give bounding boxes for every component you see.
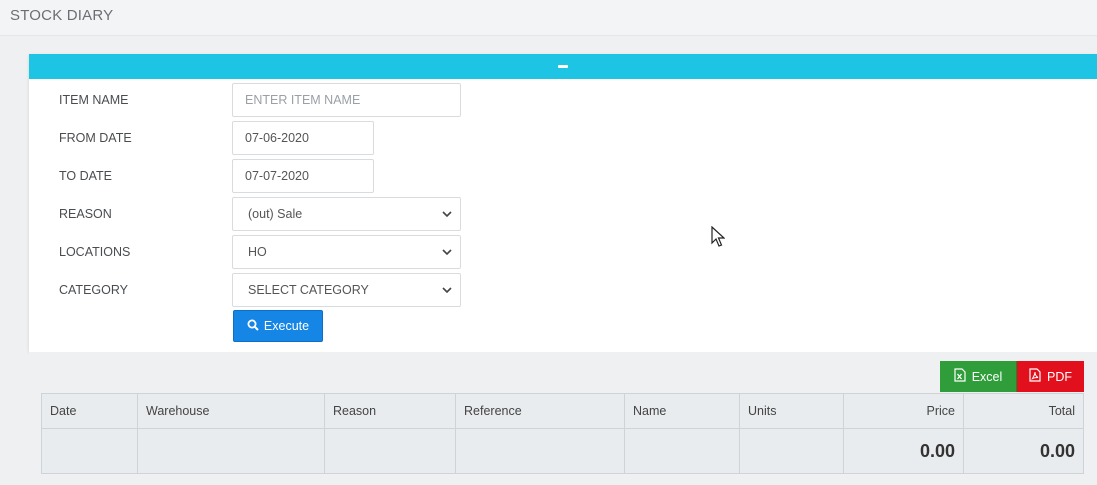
table-header-row: Date Warehouse Reason Reference Name Uni… — [42, 394, 1083, 429]
chevron-down-icon — [440, 245, 454, 259]
category-select-value: SELECT CATEGORY — [248, 283, 369, 297]
chevron-down-icon — [440, 283, 454, 297]
stock-diary-table: Date Warehouse Reason Reference Name Uni… — [41, 393, 1084, 474]
table-cell — [138, 429, 325, 473]
locations-select[interactable]: HO — [232, 235, 461, 269]
column-header-date[interactable]: Date — [42, 394, 138, 428]
table-cell — [740, 429, 844, 473]
pdf-button-label: PDF — [1047, 369, 1072, 384]
page-header-bar: STOCK DIARY — [0, 0, 1097, 36]
execute-button[interactable]: Execute — [233, 310, 323, 342]
category-select[interactable]: SELECT CATEGORY — [232, 273, 461, 307]
column-header-name[interactable]: Name — [625, 394, 740, 428]
search-icon — [247, 319, 259, 334]
to-date-input[interactable]: 07-07-2020 — [232, 159, 374, 193]
column-header-reason[interactable]: Reason — [325, 394, 456, 428]
minus-icon[interactable] — [558, 65, 568, 68]
table-totals-row: 0.00 0.00 — [42, 429, 1083, 473]
pdf-export-button[interactable]: PDF — [1017, 361, 1084, 392]
reason-select-value: (out) Sale — [248, 207, 303, 221]
category-label: CATEGORY — [59, 283, 128, 297]
pdf-file-icon — [1029, 368, 1041, 385]
panel-header — [29, 54, 1097, 79]
excel-export-button[interactable]: Excel — [940, 361, 1017, 392]
table-cell — [42, 429, 138, 473]
column-header-warehouse[interactable]: Warehouse — [138, 394, 325, 428]
filter-panel: ITEM NAME ENTER ITEM NAME FROM DATE 07-0… — [29, 54, 1097, 352]
column-header-units[interactable]: Units — [740, 394, 844, 428]
excel-button-label: Excel — [971, 369, 1003, 384]
mouse-cursor-icon — [711, 225, 726, 248]
chevron-down-icon — [440, 207, 454, 221]
from-date-row: FROM DATE 07-06-2020 — [59, 121, 374, 155]
locations-label: LOCATIONS — [59, 245, 131, 259]
excel-file-icon — [954, 368, 966, 385]
page-title: STOCK DIARY — [10, 7, 114, 24]
grand-total-value: 0.00 — [1039, 440, 1075, 461]
to-date-row: TO DATE 07-07-2020 — [59, 159, 374, 193]
column-header-price[interactable]: Price — [844, 394, 964, 428]
item-name-row: ITEM NAME ENTER ITEM NAME — [59, 83, 461, 117]
item-name-input[interactable]: ENTER ITEM NAME — [232, 83, 461, 117]
locations-select-value: HO — [248, 245, 267, 259]
reason-select[interactable]: (out) Sale — [232, 197, 461, 231]
locations-row: LOCATIONS HO — [59, 235, 461, 269]
column-header-total[interactable]: Total — [964, 394, 1083, 428]
item-name-label: ITEM NAME — [59, 93, 129, 107]
to-date-label: TO DATE — [59, 169, 113, 183]
reason-label: REASON — [59, 207, 112, 221]
column-header-reference[interactable]: Reference — [456, 394, 625, 428]
price-total-value: 0.00 — [844, 429, 964, 473]
from-date-input[interactable]: 07-06-2020 — [232, 121, 374, 155]
table-cell — [456, 429, 625, 473]
table-cell — [625, 429, 740, 473]
reason-row: REASON (out) Sale — [59, 197, 461, 231]
table-cell — [325, 429, 456, 473]
execute-button-label: Execute — [263, 319, 310, 333]
category-row: CATEGORY SELECT CATEGORY — [59, 273, 461, 307]
from-date-label: FROM DATE — [59, 131, 132, 145]
